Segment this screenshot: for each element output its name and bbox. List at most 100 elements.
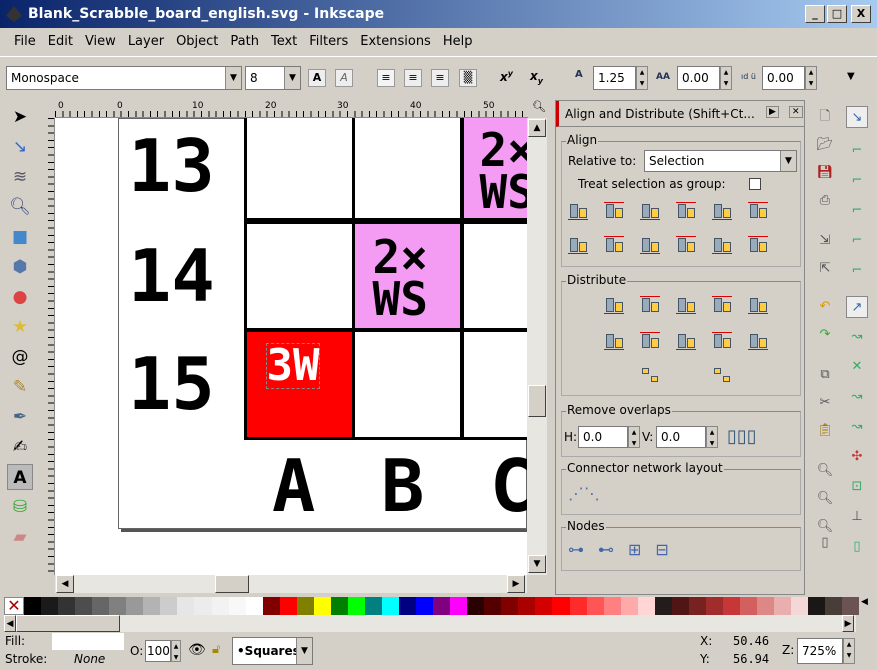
zoom-tool-icon[interactable]: 🔍︎ [7, 194, 33, 220]
menu-edit[interactable]: Edit [42, 34, 79, 49]
visibility-eye-icon[interactable]: 👁︎ [188, 642, 206, 658]
unclump-icon[interactable] [710, 364, 734, 388]
color-swatch[interactable] [364, 597, 382, 615]
eraser-tool-icon[interactable]: ▰ [7, 524, 33, 550]
color-swatch[interactable] [381, 597, 400, 615]
distribute-icon[interactable] [638, 294, 662, 318]
color-swatch[interactable] [739, 597, 758, 615]
palette-scrollbar[interactable]: ◀ ▶ [4, 615, 856, 632]
snap-center-icon[interactable]: ⌐ [846, 260, 868, 282]
align-icon[interactable] [746, 200, 770, 224]
close-button[interactable]: X [851, 5, 871, 23]
color-swatch[interactable] [722, 597, 740, 615]
color-swatch[interactable] [688, 597, 706, 615]
color-swatch[interactable] [637, 597, 655, 615]
color-swatch[interactable] [535, 597, 553, 615]
color-swatch[interactable] [484, 597, 502, 615]
selector-tool-icon[interactable]: ➤ [7, 104, 33, 130]
justify-button[interactable]: ▒ [459, 69, 477, 87]
scroll-left-button[interactable]: ◀ [4, 615, 16, 632]
snap-bbox-icon[interactable]: ⌐ [846, 140, 868, 162]
scroll-thumb[interactable] [528, 385, 546, 417]
color-swatch[interactable] [808, 597, 826, 615]
font-size-select[interactable]: 8 ▼ [245, 66, 301, 90]
relative-to-select[interactable]: Selection ▼ [644, 150, 797, 172]
copy-icon[interactable]: ⧉ [814, 364, 836, 386]
color-swatch[interactable] [399, 597, 417, 615]
undo-icon[interactable]: ↶ [814, 296, 836, 318]
cell-13-a[interactable] [243, 118, 355, 221]
font-family-select[interactable]: Monospace ▼ [6, 66, 242, 90]
remove-overlaps-button[interactable]: ▯▯▯ [727, 426, 757, 447]
menu-filters[interactable]: Filters [303, 34, 354, 49]
group-checkbox[interactable] [749, 178, 761, 190]
snap-grid-icon[interactable]: ▯ [846, 536, 868, 558]
menu-object[interactable]: Object [170, 34, 224, 49]
panel-menu-icon[interactable]: ▶ [766, 106, 779, 118]
color-swatch[interactable] [41, 597, 59, 615]
color-swatch[interactable] [433, 597, 451, 615]
color-swatch[interactable] [774, 597, 792, 615]
calligraphy-tool-icon[interactable]: ✍ [7, 434, 33, 460]
distribute-icon[interactable] [710, 294, 734, 318]
zoom-spinner[interactable]: ▲ ▼ [843, 638, 855, 664]
word-spacing-input[interactable]: 0.00 [762, 66, 805, 90]
color-swatch[interactable] [518, 597, 536, 615]
maximize-button[interactable]: □ [827, 5, 847, 23]
color-swatch[interactable] [757, 597, 775, 615]
connector-layout-button[interactable]: ⋰⋱ [568, 484, 600, 503]
color-swatch[interactable] [177, 597, 195, 615]
color-swatch[interactable] [467, 597, 485, 615]
color-swatch[interactable] [501, 597, 519, 615]
italic-button[interactable]: A [335, 69, 353, 87]
align-icon[interactable] [674, 234, 698, 258]
vertical-scrollbar[interactable]: ▲ ▼ [527, 118, 547, 575]
snap-edge-icon[interactable]: ⌐ [846, 170, 868, 192]
color-swatch[interactable] [245, 597, 263, 615]
horizontal-scrollbar[interactable]: ◀ ▶ [55, 575, 527, 593]
align-icon[interactable] [602, 234, 626, 258]
align-icon[interactable] [638, 200, 662, 224]
color-swatch[interactable] [279, 597, 297, 615]
duplicate-icon[interactable]: ▯ [814, 532, 836, 554]
menu-help[interactable]: Help [437, 34, 479, 49]
color-swatch[interactable] [671, 597, 689, 615]
save-icon[interactable]: 💾︎ [814, 162, 836, 184]
align-icon[interactable] [566, 200, 590, 224]
color-swatch[interactable] [92, 597, 110, 615]
color-swatch[interactable] [620, 597, 638, 615]
opacity-spinner[interactable]: ▲ ▼ [171, 640, 181, 662]
color-swatch[interactable] [24, 597, 42, 615]
distribute-icon[interactable] [746, 294, 770, 318]
align-icon[interactable] [710, 234, 734, 258]
distribute-icon[interactable] [710, 330, 734, 354]
snap-midpoint-icon[interactable]: ⌐ [846, 230, 868, 252]
snap-nodes-icon[interactable]: ↗ [846, 296, 868, 318]
scroll-right-button[interactable]: ▶ [507, 575, 525, 593]
color-swatch[interactable] [262, 597, 280, 615]
snap-intersection-icon[interactable]: ✕ [846, 356, 868, 378]
line-spacing-spinner[interactable]: ▲ ▼ [636, 66, 648, 90]
v-gap-spinner[interactable]: ▲ ▼ [706, 426, 718, 448]
superscript-button[interactable]: xy [500, 69, 513, 84]
canvas[interactable]: 2× WS 2× WS 3W 13 14 15 A B C [55, 118, 527, 575]
pen-tool-icon[interactable]: ✒ [7, 404, 33, 430]
cell-13-b[interactable] [351, 118, 463, 221]
align-icon[interactable] [710, 200, 734, 224]
rectangle-tool-icon[interactable]: ■ [7, 224, 33, 250]
zoom-1-1-icon[interactable]: 🔍︎ [528, 100, 550, 118]
snap-midpoints-icon[interactable]: ↝ [846, 416, 868, 438]
panel-close-icon[interactable]: ✕ [789, 106, 803, 118]
spray-tool-icon[interactable]: ⛁ [7, 494, 33, 520]
menu-layer[interactable]: Layer [122, 34, 170, 49]
palette-menu-icon[interactable]: ◀ [861, 597, 868, 607]
color-swatch[interactable] [194, 597, 212, 615]
fill-indicator[interactable] [52, 633, 124, 650]
ellipse-tool-icon[interactable]: ● [7, 284, 33, 310]
stroke-value[interactable]: None [74, 652, 105, 666]
snap-corner-icon[interactable]: ⌐ [846, 200, 868, 222]
opacity-input[interactable]: 100 [145, 640, 171, 662]
align-icon[interactable] [602, 200, 626, 224]
distribute-icon[interactable] [602, 330, 626, 354]
node-tool-icon[interactable]: ↘ [7, 134, 33, 160]
